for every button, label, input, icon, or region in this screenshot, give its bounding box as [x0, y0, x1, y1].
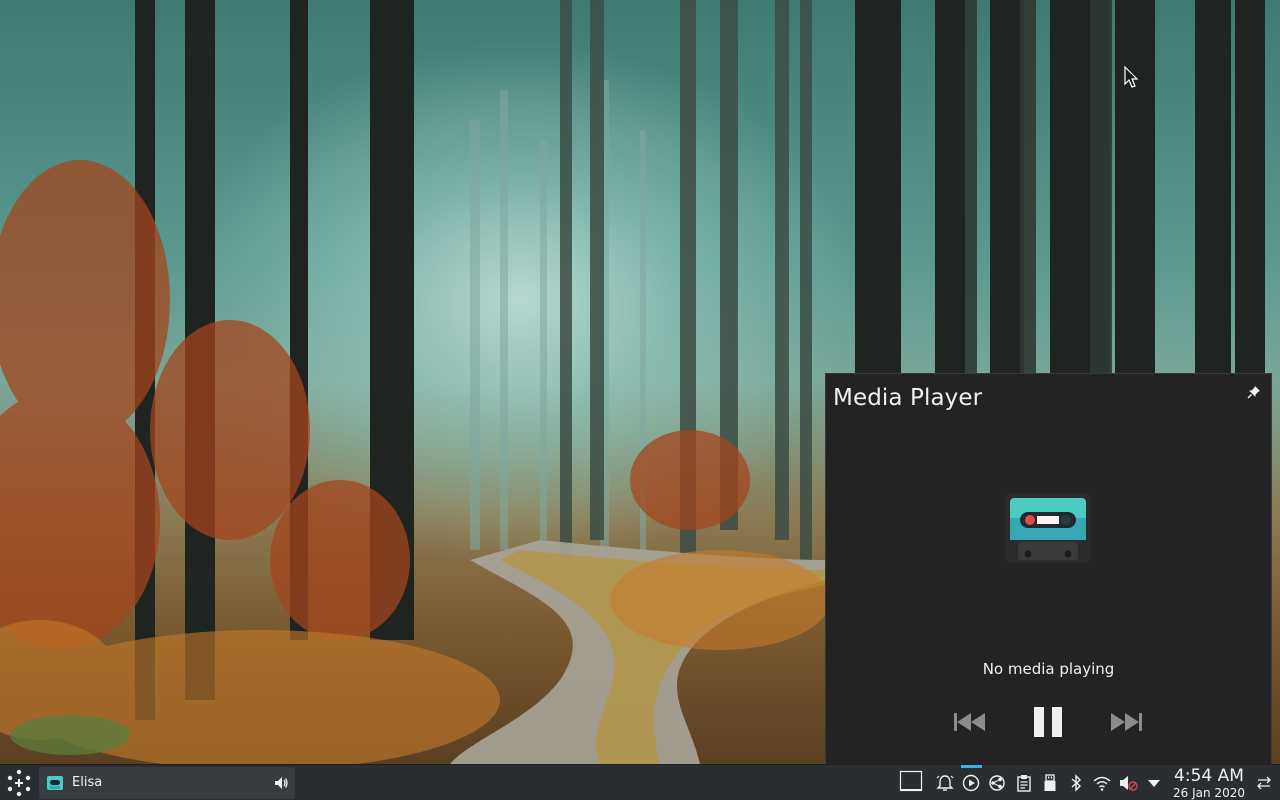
digital-clock[interactable]: 4:54 AM 26 Jan 2020: [1166, 766, 1252, 800]
pin-icon[interactable]: [1246, 384, 1262, 400]
notifications-icon[interactable]: [935, 773, 955, 793]
bluetooth-icon[interactable]: [1066, 773, 1086, 793]
speaker-icon[interactable]: [273, 775, 289, 791]
cassette-icon: [1005, 493, 1091, 563]
popup-title: Media Player: [833, 385, 983, 411]
show-desktop-icon[interactable]: [899, 770, 923, 794]
wifi-icon[interactable]: [1092, 773, 1112, 793]
clock-time: 4:54 AM: [1174, 766, 1244, 786]
volume-muted-icon[interactable]: [1118, 773, 1138, 793]
task-label: Elisa: [72, 775, 103, 790]
pause-icon[interactable]: [1030, 705, 1066, 739]
skip-forward-icon[interactable]: [1108, 709, 1144, 735]
elisa-app-icon: [47, 776, 63, 790]
usb-drive-icon[interactable]: [1040, 773, 1060, 793]
media-player-popup: Media Player No media playing: [825, 373, 1272, 764]
now-playing-status: No media playing: [982, 660, 1115, 678]
skip-backward-icon[interactable]: [952, 709, 988, 735]
clock-date: 26 Jan 2020: [1173, 786, 1245, 800]
panel-settings-icon[interactable]: [1256, 775, 1272, 791]
application-launcher-icon[interactable]: [4, 768, 34, 798]
clipboard-icon[interactable]: [1014, 773, 1034, 793]
media-player-icon[interactable]: [961, 773, 981, 793]
task-item-elisa[interactable]: Elisa: [39, 767, 295, 799]
expand-tray-icon[interactable]: [1144, 773, 1164, 793]
taskbar-panel: Elisa 4:54 AM 26 Jan 2020: [0, 764, 1280, 800]
kde-connect-icon[interactable]: [987, 773, 1007, 793]
mouse-cursor-icon: [1124, 66, 1139, 88]
active-indicator: [961, 765, 982, 768]
